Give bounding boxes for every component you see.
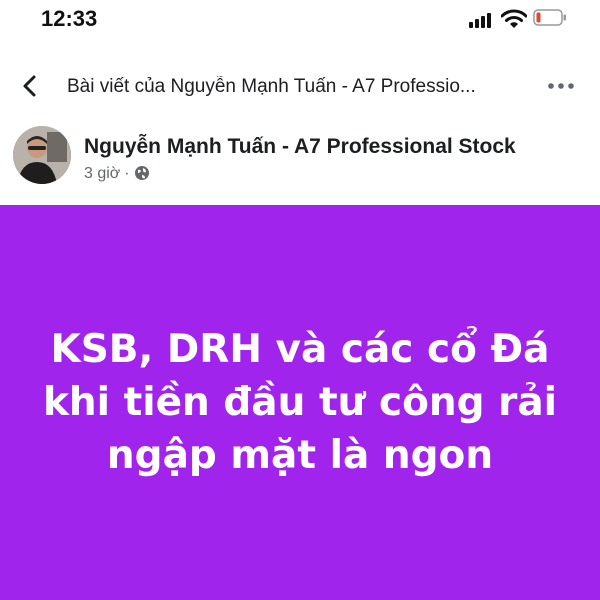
post-text-line: khi tiền đầu tư công rải [42, 380, 558, 425]
battery-low-icon [533, 9, 566, 26]
post-text-line: KSB, DRH và các cổ Đá [50, 327, 550, 372]
post-background: KSB, DRH và các cổ Đá khi tiền đầu tư cô… [0, 205, 600, 600]
post-header-bar: Bài viết của Nguyễn Mạnh Tuấn - A7 Profe… [0, 58, 600, 114]
person-photo [13, 126, 71, 184]
header-title: Bài viết của Nguyễn Mạnh Tuấn - A7 Profe… [67, 76, 476, 97]
more-horizontal-icon[interactable] [546, 76, 576, 96]
author-name[interactable]: Nguyễn Mạnh Tuấn - A7 Professional Stock [84, 135, 516, 159]
wifi-icon [501, 9, 527, 28]
status-bar: 12:33 [0, 0, 600, 40]
meta-separator: · [124, 165, 130, 182]
post-text: KSB, DRH và các cổ Đá khi tiền đầu tư cô… [20, 323, 580, 482]
status-time: 12:33 [41, 6, 98, 31]
chevron-left-icon[interactable] [16, 72, 44, 100]
cellular-signal-icon [469, 12, 495, 28]
post-meta: 3 giờ · [84, 165, 150, 183]
post-time[interactable]: 3 giờ [84, 165, 120, 182]
post-text-line: ngập mặt là ngon [106, 433, 494, 478]
globe-icon [134, 166, 149, 180]
avatar[interactable] [13, 126, 71, 184]
